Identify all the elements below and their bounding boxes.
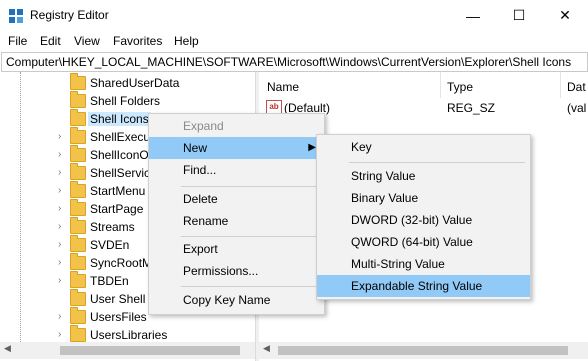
registry-editor-app-icon: [8, 8, 24, 24]
chevron-right-icon[interactable]: ›: [58, 149, 61, 160]
value-data: (val: [567, 101, 587, 115]
string-value-icon: ab: [266, 100, 282, 114]
list-scroll-thumb[interactable]: [278, 346, 568, 355]
new-qword-value[interactable]: QWORD (64-bit) Value: [317, 231, 530, 253]
scroll-left-icon[interactable]: ◀: [4, 343, 11, 354]
tree-item-label: StartPage: [90, 202, 144, 216]
folder-icon: [70, 217, 86, 234]
minimize-button[interactable]: —: [450, 0, 496, 31]
minimize-icon: —: [466, 7, 480, 24]
close-icon: ✕: [559, 7, 571, 23]
ctx-export[interactable]: Export: [149, 238, 324, 260]
tree-item-label: UsersLibraries: [90, 328, 168, 342]
folder-icon: [70, 91, 86, 108]
chevron-right-icon[interactable]: ›: [58, 131, 61, 142]
new-multi-string-value[interactable]: Multi-String Value: [317, 253, 530, 275]
column-divider[interactable]: [440, 72, 441, 98]
column-header-name[interactable]: Name: [267, 80, 299, 94]
folder-icon: [70, 181, 86, 198]
address-path: Computer\HKEY_LOCAL_MACHINE\SOFTWARE\Mic…: [6, 55, 572, 69]
new-binary-value[interactable]: Binary Value: [317, 187, 530, 209]
ctx-rename[interactable]: Rename: [149, 210, 324, 232]
tree-item-label: SVDEn: [90, 238, 130, 252]
folder-icon: [70, 271, 86, 288]
tree-item-label: ShellExecut: [90, 130, 154, 144]
tree-item[interactable]: › UsersLibraries: [0, 325, 255, 342]
folder-icon: [70, 307, 86, 324]
folder-icon: [70, 145, 86, 162]
chevron-right-icon[interactable]: ›: [58, 167, 61, 178]
tree-item-label: StartMenu: [90, 184, 146, 198]
chevron-right-icon[interactable]: ›: [58, 239, 61, 250]
chevron-right-icon[interactable]: ›: [58, 203, 61, 214]
close-button[interactable]: ✕: [542, 0, 588, 31]
address-bar[interactable]: Computer\HKEY_LOCAL_MACHINE\SOFTWARE\Mic…: [1, 52, 588, 72]
folder-icon: [70, 199, 86, 216]
new-dword-value[interactable]: DWORD (32-bit) Value: [317, 209, 530, 231]
tree-item-label: TBDEn: [90, 274, 129, 288]
menu-separator: [181, 236, 319, 237]
folder-icon: [70, 253, 86, 270]
ctx-delete[interactable]: Delete: [149, 188, 324, 210]
folder-icon: [70, 235, 86, 252]
ctx-permissions[interactable]: Permissions...: [149, 260, 324, 282]
folder-icon: [70, 127, 86, 144]
menu-view[interactable]: View: [74, 34, 100, 48]
new-submenu: Key String Value Binary Value DWORD (32-…: [316, 134, 531, 300]
tree-item-label: Shell Icons: [88, 112, 151, 126]
menu-favorites[interactable]: Favorites: [113, 34, 162, 48]
chevron-right-icon[interactable]: ›: [58, 185, 61, 196]
maximize-button[interactable]: ☐: [496, 0, 542, 31]
chevron-right-icon[interactable]: ›: [58, 257, 61, 268]
context-menu: Expand New ▶ Find... Delete Rename Expor…: [148, 113, 325, 315]
maximize-icon: ☐: [512, 7, 526, 23]
folder-icon: [70, 325, 86, 342]
column-header-type[interactable]: Type: [447, 80, 473, 94]
ctx-expand[interactable]: Expand: [149, 115, 324, 137]
window-title: Registry Editor: [30, 8, 109, 22]
chevron-right-icon[interactable]: ›: [58, 221, 61, 232]
tree-item-label: Shell Folders: [90, 94, 161, 108]
tree-scroll-thumb[interactable]: [60, 346, 240, 355]
menu-separator: [349, 162, 525, 163]
menu-separator: [181, 186, 319, 187]
tree-item-label: UsersFiles: [90, 310, 147, 324]
chevron-right-icon: ▶: [308, 142, 316, 153]
menu-edit[interactable]: Edit: [40, 34, 61, 48]
tree-item-label: SharedUserData: [90, 76, 180, 90]
tree-item-label: ShellIconO: [90, 148, 149, 162]
ctx-find[interactable]: Find...: [149, 159, 324, 181]
folder-icon: [70, 289, 86, 306]
menu-help[interactable]: Help: [174, 34, 199, 48]
tree-item-label: Streams: [90, 220, 135, 234]
folder-icon: [70, 109, 86, 126]
folder-icon: [70, 163, 86, 180]
tree-guide-line: [20, 72, 21, 342]
column-divider[interactable]: [560, 72, 561, 98]
menu-file[interactable]: File: [8, 34, 27, 48]
chevron-right-icon[interactable]: ›: [58, 329, 61, 340]
tree-item-label: ShellServic: [90, 166, 151, 180]
tree-item-label: SyncRootM: [90, 256, 153, 270]
column-header-data[interactable]: Dat: [567, 80, 586, 94]
ctx-new-label: New: [183, 141, 208, 155]
ctx-copy-key-name[interactable]: Copy Key Name: [149, 289, 324, 311]
chevron-right-icon[interactable]: ›: [58, 311, 61, 322]
menu-separator: [181, 286, 319, 287]
tree-item[interactable]: Shell Folders: [0, 91, 255, 110]
value-type: REG_SZ: [447, 101, 496, 115]
tree-item[interactable]: SharedUserData: [0, 73, 255, 92]
folder-icon: [70, 73, 86, 90]
chevron-right-icon[interactable]: ›: [58, 275, 61, 286]
new-expandable-string-value[interactable]: Expandable String Value: [317, 275, 530, 297]
tree-item-label: User Shell F: [90, 292, 157, 306]
new-string-value[interactable]: String Value: [317, 165, 530, 187]
scroll-left-icon[interactable]: ◀: [263, 343, 270, 354]
ctx-new[interactable]: New ▶: [149, 137, 324, 159]
new-key[interactable]: Key: [317, 136, 530, 158]
